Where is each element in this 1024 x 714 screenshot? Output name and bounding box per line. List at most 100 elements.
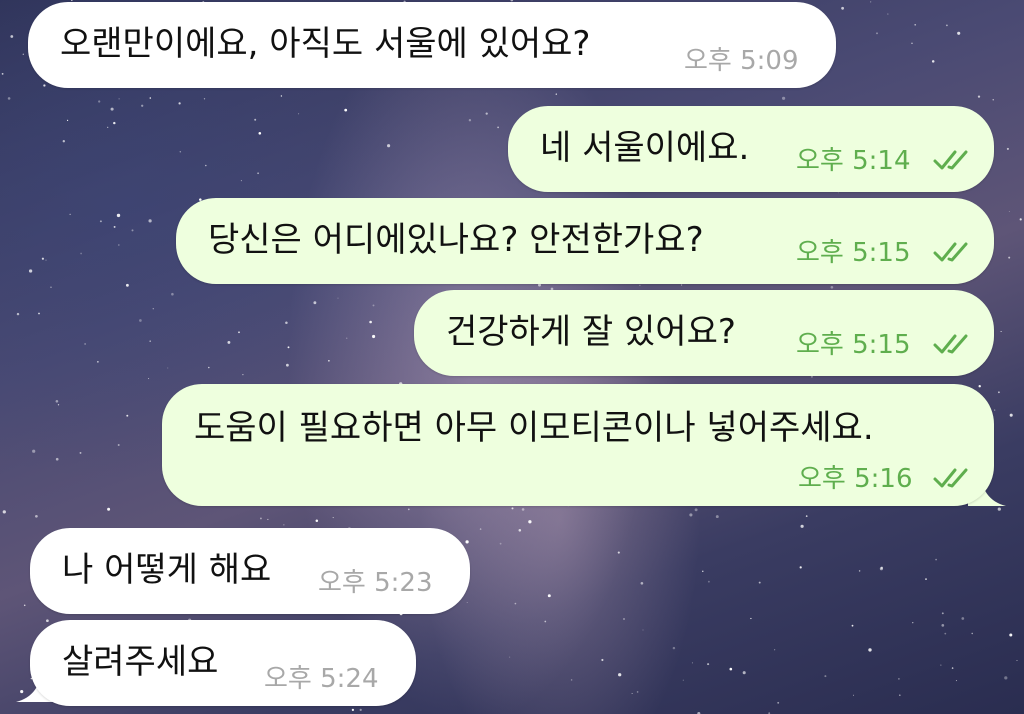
message-timestamp: 오후 5:09: [684, 46, 799, 76]
star: [914, 23, 917, 26]
star: [372, 304, 375, 307]
star: [971, 632, 973, 635]
message-bubble-outgoing[interactable]: 네 서울이에요. 오후 5:14: [508, 106, 994, 192]
star: [499, 542, 502, 545]
star: [62, 140, 65, 143]
message-timestamp: 오후 5:15: [796, 330, 911, 360]
star: [758, 581, 761, 584]
star: [702, 570, 704, 572]
star: [208, 366, 210, 369]
message-text: 나 어떻게 해요: [62, 550, 272, 590]
star: [372, 334, 376, 339]
star: [694, 508, 698, 512]
star: [332, 517, 334, 519]
star: [841, 6, 844, 10]
star: [707, 663, 710, 666]
star: [80, 252, 82, 255]
star: [729, 667, 733, 671]
star: [672, 646, 676, 650]
star: [636, 691, 639, 693]
message-bubble-outgoing[interactable]: 도움이 필요하면 아무 이모티콘이나 넣어주세요. 오후 5:16: [162, 384, 994, 506]
star: [99, 220, 102, 223]
star: [715, 515, 719, 519]
star: [118, 98, 120, 100]
star: [107, 126, 109, 128]
double-check-icon: [933, 334, 968, 354]
star: [131, 229, 134, 232]
star: [280, 95, 283, 97]
star: [148, 378, 150, 380]
star: [110, 107, 114, 111]
star: [642, 629, 644, 631]
star: [945, 24, 948, 27]
star: [742, 671, 746, 675]
star: [639, 284, 641, 287]
star: [868, 648, 872, 652]
star: [518, 529, 522, 532]
star: [152, 308, 154, 310]
star: [640, 581, 644, 585]
star: [617, 551, 620, 554]
star: [38, 312, 40, 315]
double-check-icon: [933, 242, 968, 262]
star: [1004, 676, 1008, 680]
star: [691, 662, 693, 664]
star: [16, 312, 20, 316]
star: [35, 514, 38, 518]
star: [97, 361, 99, 363]
star: [141, 104, 144, 107]
star: [858, 570, 861, 572]
star: [998, 391, 1000, 394]
message-text: 네 서울이에요.: [540, 128, 750, 168]
star: [707, 580, 710, 583]
star: [45, 259, 47, 261]
star: [238, 331, 240, 334]
message-bubble-outgoing[interactable]: 당신은 어디에있나요? 안전한가요? 오후 5:15: [176, 198, 994, 284]
star: [227, 340, 231, 344]
star: [407, 508, 410, 511]
message-text: 건강하게 잘 있어요?: [446, 312, 736, 352]
star: [514, 602, 517, 605]
star: [799, 566, 802, 569]
star: [466, 602, 468, 603]
star: [84, 343, 86, 345]
star: [509, 656, 511, 658]
double-check-icon: [933, 468, 968, 488]
message-text: 살려주세요: [62, 642, 219, 682]
star: [521, 508, 525, 511]
message-bubble-incoming[interactable]: 살려주세요 오후 5:24: [30, 620, 416, 706]
star: [1009, 633, 1013, 637]
message-bubble-incoming[interactable]: 나 어떻게 해요 오후 5:23: [30, 528, 470, 614]
star: [1008, 256, 1011, 259]
star: [205, 164, 207, 167]
star: [67, 119, 69, 121]
star: [55, 457, 59, 461]
star: [7, 97, 11, 100]
star: [346, 337, 348, 339]
star: [940, 664, 942, 666]
star: [298, 113, 300, 115]
star: [50, 286, 52, 288]
star: [113, 225, 116, 228]
star: [870, 1, 872, 3]
star: [681, 284, 683, 286]
star: [899, 694, 901, 696]
message-timestamp: 오후 5:15: [796, 238, 911, 268]
star: [497, 126, 499, 129]
star: [149, 97, 152, 99]
star: [782, 96, 786, 100]
star: [328, 360, 330, 362]
star: [912, 622, 914, 624]
star: [961, 617, 965, 620]
star: [631, 693, 633, 695]
star: [555, 93, 557, 95]
message-bubble-incoming[interactable]: 오랜만이에요, 아직도 서울에 있어요? 오후 5:09: [28, 2, 836, 88]
star: [570, 679, 573, 681]
star: [32, 449, 36, 453]
star: [69, 213, 71, 215]
star: [57, 404, 60, 406]
star: [43, 84, 46, 87]
message-bubble-outgoing[interactable]: 건강하게 잘 있어요? 오후 5:15: [414, 290, 994, 376]
star: [22, 53, 24, 55]
message-text: 당신은 어디에있나요? 안전한가요?: [208, 220, 704, 260]
